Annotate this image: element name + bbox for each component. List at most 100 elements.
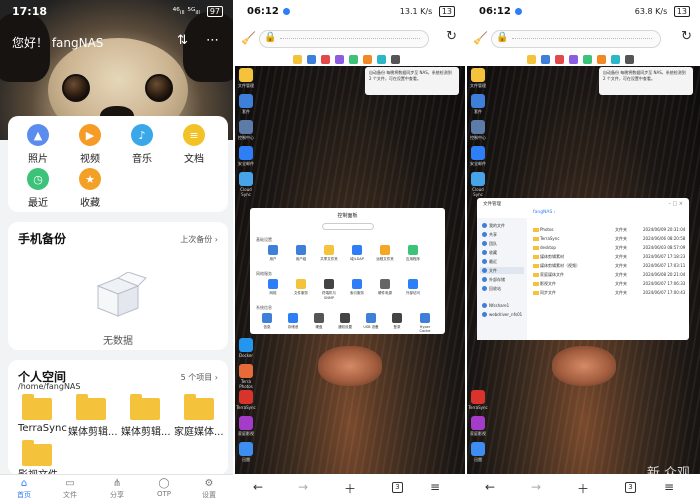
app-icon[interactable]	[597, 55, 606, 64]
table-row[interactable]: Photos 文件夹 2024/06/09 20:31:04	[531, 226, 687, 234]
forward-icon[interactable]: →	[531, 480, 541, 494]
cp-item[interactable]: 存储池	[282, 313, 304, 330]
notification-card[interactable]: 自动备份 每晚将数据同步至 NAS，系统检测到 2 个文件，可在设置中查看。	[365, 67, 459, 95]
app-icon[interactable]	[611, 55, 620, 64]
sidebar-item[interactable]: 外部存储	[480, 276, 524, 283]
app-icon[interactable]	[569, 55, 578, 64]
cp-item[interactable]: 通知设置	[334, 313, 356, 330]
more-icon[interactable]: ⋯	[206, 33, 219, 48]
folder-label[interactable]: TerraSync	[18, 423, 67, 434]
sidebar-item[interactable]: 回收站	[480, 285, 524, 292]
folder-label[interactable]: 媒体剪辑...	[68, 423, 118, 438]
backup-last[interactable]: 上次备份 ›	[180, 234, 218, 245]
broom-icon[interactable]: 🧹	[473, 31, 488, 45]
table-row[interactable]: TerraSync 文件夹 2024/06/06 08:20:58	[531, 235, 687, 243]
app-icon[interactable]	[541, 55, 550, 64]
cp-item[interactable]: 终端机与 SNMP	[318, 279, 340, 300]
new-tab-icon[interactable]: ＋	[577, 480, 589, 497]
sidebar-item[interactable]: 收藏	[480, 249, 524, 256]
folder-label[interactable]: 媒体剪辑...	[121, 423, 171, 438]
app-icon[interactable]	[555, 55, 564, 64]
nav-share[interactable]: ⋔ 分享	[97, 478, 137, 500]
folder-icon[interactable]	[76, 394, 106, 420]
sort-icon[interactable]: ⇅	[177, 33, 188, 48]
sidebar-item[interactable]: webdriver_nfs01	[480, 311, 524, 318]
cp-item[interactable]: 登录	[386, 313, 408, 330]
desktop-icon-cloud[interactable]	[471, 172, 485, 186]
desktop-icon-thunder[interactable]	[471, 442, 485, 456]
desktop-icon-control[interactable]	[239, 120, 253, 134]
desktop-icon-media[interactable]	[471, 416, 485, 430]
back-icon[interactable]: ←	[253, 480, 263, 494]
table-row[interactable]: 影视文件 文件夹 2024/06/07 17:06:33	[531, 280, 687, 288]
app-icon[interactable]	[321, 55, 330, 64]
nav-files[interactable]: ▭ 文件	[50, 478, 90, 500]
back-icon[interactable]: ←	[485, 480, 495, 494]
folder-icon[interactable]	[22, 440, 52, 466]
desktop-icon-thunder[interactable]	[239, 442, 253, 456]
app-icon[interactable]	[335, 55, 344, 64]
quick-videos[interactable]: ▶ 视频	[68, 124, 112, 165]
desktop-icon-cloud[interactable]	[239, 172, 253, 186]
cp-item[interactable]: 文件服务	[290, 279, 312, 296]
desktop-icon-media[interactable]	[239, 416, 253, 430]
desktop-icon-files[interactable]	[239, 68, 253, 82]
folder-label[interactable]: 家庭媒体...	[174, 423, 224, 438]
window-controls[interactable]: – □ ×	[668, 201, 683, 207]
nav-otp[interactable]: ◯ OTP	[144, 478, 184, 498]
reload-icon[interactable]: ↻	[446, 29, 457, 44]
desktop-icon-control[interactable]	[471, 120, 485, 134]
breadcrumb[interactable]: fangNAS ›	[533, 210, 556, 215]
cp-item[interactable]: 共享文件夹	[318, 245, 340, 262]
sidebar-item[interactable]: 团队	[480, 240, 524, 247]
app-icon[interactable]	[583, 55, 592, 64]
app-icon[interactable]	[349, 55, 358, 64]
menu-icon[interactable]: ≡	[430, 480, 440, 494]
broom-icon[interactable]: 🧹	[241, 31, 256, 45]
cp-item[interactable]: 硬盘	[308, 313, 330, 330]
desktop-icon-packages[interactable]	[471, 94, 485, 108]
table-row[interactable]: 媒体剪辑素材（视频） 文件夹 2024/06/07 17:03:11	[531, 262, 687, 270]
desktop-icon-photos[interactable]	[239, 364, 253, 378]
reload-icon[interactable]: ↻	[681, 29, 692, 44]
table-row[interactable]: 同步文件 文件夹 2024/06/07 17:00:43	[531, 289, 687, 297]
space-count[interactable]: 5 个项目 ›	[181, 372, 218, 383]
desktop-icon-docker[interactable]	[239, 338, 253, 352]
folder-icon[interactable]	[130, 394, 160, 420]
cp-item[interactable]: Hyper Cache	[414, 313, 436, 333]
phone-backup-card[interactable]: 手机备份 上次备份 › 无数据	[8, 222, 228, 350]
url-field[interactable]: 🔒	[491, 30, 661, 48]
desktop-icon-terrasync[interactable]	[471, 390, 485, 404]
folder-icon[interactable]	[22, 394, 52, 420]
sidebar-item[interactable]: Nfsshare1	[480, 302, 524, 309]
url-field[interactable]: 🔒	[259, 30, 429, 48]
cp-item[interactable]: 应用程序	[402, 245, 424, 262]
gear-icon[interactable]	[625, 55, 634, 64]
desktop-icon-packages[interactable]	[239, 94, 253, 108]
quick-favorites[interactable]: ★ 收藏	[68, 168, 112, 209]
sidebar-item[interactable]: 共享	[480, 231, 524, 238]
search-input[interactable]	[322, 223, 374, 230]
forward-icon[interactable]: →	[298, 480, 308, 494]
file-manager-window[interactable]: 文件管理 fangNAS › – □ × 我的文件 共享 团队 收藏 最近 文件…	[477, 198, 689, 340]
tab-count[interactable]: 3	[625, 482, 636, 493]
quick-docs[interactable]: ≡ 文档	[172, 124, 216, 165]
menu-icon[interactable]: ≡	[664, 480, 674, 494]
cp-item[interactable]: 网络	[262, 279, 284, 296]
cp-item[interactable]: 索引服务	[346, 279, 368, 296]
new-tab-icon[interactable]: ＋	[344, 480, 356, 497]
sidebar-item[interactable]: 我的文件	[480, 222, 524, 229]
table-row[interactable]: 家庭媒体文件 文件夹 2024/06/08 20:21:04	[531, 271, 687, 279]
desktop-icon-mail[interactable]	[239, 146, 253, 160]
file-manager-icon[interactable]	[527, 55, 536, 64]
desktop-icon-files[interactable]	[471, 68, 485, 82]
sidebar-item-selected[interactable]: 文件	[480, 267, 524, 274]
app-icon[interactable]	[377, 55, 386, 64]
cp-item[interactable]: 信息	[256, 313, 278, 330]
quick-recent[interactable]: ◷ 最近	[16, 168, 60, 209]
gear-icon[interactable]	[391, 55, 400, 64]
file-manager-icon[interactable]	[293, 55, 302, 64]
cp-item[interactable]: 外部访问	[402, 279, 424, 296]
cp-item[interactable]: USB 设备	[360, 313, 382, 330]
app-icon[interactable]	[363, 55, 372, 64]
